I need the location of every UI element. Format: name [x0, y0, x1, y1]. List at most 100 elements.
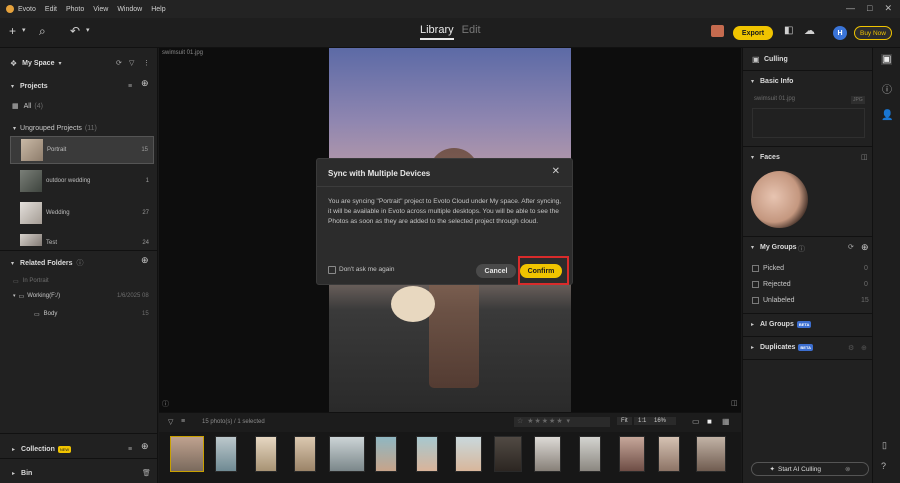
sort-icon[interactable]: ≡	[128, 83, 132, 90]
film-thumb[interactable]	[294, 436, 316, 472]
ratio-button[interactable]: 1:1	[634, 417, 651, 425]
my-space-header[interactable]: ❖ My Space ▾ ⟳ ▽ ⋮	[0, 56, 158, 70]
people-panel-icon[interactable]: 👤	[881, 110, 893, 121]
cancel-button[interactable]: Cancel	[476, 264, 516, 278]
tab-library[interactable]: Library	[420, 24, 454, 40]
menu-photo[interactable]: Photo	[66, 6, 84, 13]
face-thumbnail[interactable]	[751, 171, 808, 228]
film-thumb[interactable]	[534, 436, 561, 472]
project-item-test[interactable]: Test 24	[10, 232, 154, 246]
menu-view[interactable]: View	[93, 6, 108, 13]
basic-info-chevron-icon[interactable]: ▾	[751, 78, 754, 85]
collection-chevron-icon[interactable]: ▸	[12, 446, 15, 453]
duplicates-settings-icon[interactable]: ⚙	[848, 344, 854, 352]
help-icon[interactable]: ?	[881, 461, 886, 471]
add-collection-icon[interactable]: ⊕	[141, 441, 149, 452]
filter-icon[interactable]: ▽	[129, 59, 134, 67]
culling-panel-icon[interactable]: ▣	[881, 54, 893, 65]
related-folders-header[interactable]: ▾ Related Folders ⓘ ⊕	[0, 255, 158, 269]
bin-header[interactable]: ▸ Bin 🗑	[0, 467, 158, 479]
folder-root-item[interactable]: ▭ In Portrait	[0, 276, 158, 286]
export-button[interactable]: Export	[733, 26, 773, 40]
single-view-icon[interactable]: ■	[707, 417, 712, 426]
project-item-portrait[interactable]: Portrait 15	[10, 136, 154, 164]
faces-expand-icon[interactable]: ◫	[861, 153, 868, 161]
rejected-checkbox[interactable]	[752, 281, 759, 288]
ai-groups-chevron-icon[interactable]: ▸	[751, 321, 754, 328]
ungrouped-chevron-icon[interactable]: ▾	[13, 125, 16, 132]
close-icon[interactable]: ✕	[552, 166, 560, 177]
info-icon[interactable]: ⓘ	[798, 244, 805, 254]
add-dropdown-chevron-icon[interactable]: ▾	[22, 26, 26, 34]
book-icon[interactable]: ▯	[882, 440, 887, 451]
folder-working-item[interactable]: ▾ ▭ Working(F:/) 1/6/2025 08	[0, 291, 158, 301]
add-project-icon[interactable]: ⊕	[141, 78, 149, 89]
undo-icon[interactable]: ↶	[70, 24, 80, 38]
film-thumb[interactable]	[494, 436, 522, 472]
film-thumb[interactable]	[696, 436, 726, 472]
film-thumb[interactable]	[416, 436, 438, 472]
menu-app[interactable]: Evoto	[18, 6, 36, 13]
cloud-icon[interactable]: ☁	[804, 24, 815, 37]
undo-dropdown-chevron-icon[interactable]: ▾	[86, 26, 90, 34]
info-icon[interactable]: ⓘ	[162, 399, 169, 409]
zoom-select[interactable]: 16%	[650, 417, 677, 425]
compare-icon[interactable]: ◧	[784, 25, 793, 36]
duplicates-add-icon[interactable]: ⊕	[861, 344, 867, 352]
dont-ask-checkbox[interactable]	[328, 266, 336, 274]
compare-view-icon[interactable]: ▭	[692, 417, 700, 426]
film-thumb[interactable]	[455, 436, 482, 472]
menu-window[interactable]: Window	[117, 6, 142, 13]
all-projects-item[interactable]: ▦ All (4)	[0, 100, 158, 112]
trash-icon[interactable]: 🗑	[142, 469, 151, 477]
more-icon[interactable]: ⋮	[143, 59, 150, 67]
project-item-outdoor-wedding[interactable]: outdoor wedding 1	[10, 168, 154, 196]
collection-sort-icon[interactable]: ≡	[128, 446, 132, 453]
projects-header[interactable]: ▾ Projects ≡ ⊕	[0, 78, 158, 92]
minimize-icon[interactable]: —	[846, 3, 855, 14]
panel-toggle-icon[interactable]: ◫	[731, 399, 738, 407]
related-folders-chevron-icon[interactable]: ▾	[11, 260, 14, 267]
refresh-icon[interactable]: ⟳	[116, 59, 122, 67]
star-rating-filter[interactable]: ☆ ★★★★★ ▾	[514, 417, 610, 427]
folder-body-item[interactable]: ▭ Body 15	[0, 309, 158, 319]
search-icon[interactable]: ⌕	[39, 24, 46, 39]
tab-edit[interactable]: Edit	[462, 24, 481, 40]
ungrouped-header[interactable]: ▾ Ungrouped Projects (11)	[0, 122, 158, 134]
projects-chevron-icon[interactable]: ▾	[11, 83, 14, 90]
confirm-button[interactable]: Confirm	[520, 264, 562, 278]
project-item-wedding[interactable]: Wedding 27	[10, 200, 154, 228]
fit-button[interactable]: Fit	[617, 417, 632, 425]
avatar[interactable]: H	[833, 26, 847, 40]
film-thumb[interactable]	[255, 436, 277, 472]
start-ai-culling-button[interactable]: ✦ Start AI Culling ⊗	[751, 462, 869, 476]
film-thumb[interactable]	[579, 436, 601, 472]
folder-working-chevron-icon[interactable]: ▾	[13, 293, 16, 299]
film-thumb[interactable]	[375, 436, 397, 472]
film-thumb[interactable]	[170, 436, 204, 472]
faces-chevron-icon[interactable]: ▾	[751, 154, 754, 161]
info-panel-icon[interactable]: ⓘ	[882, 81, 892, 96]
add-icon[interactable]: +	[9, 24, 16, 38]
space-chevron-icon[interactable]: ▾	[58, 60, 61, 67]
grid-view-icon[interactable]: ▦	[722, 417, 730, 426]
add-folder-icon[interactable]: ⊕	[141, 255, 149, 266]
maximize-icon[interactable]: □	[867, 3, 872, 14]
picked-checkbox[interactable]	[752, 265, 759, 272]
ai-settings-icon[interactable]: ⊗	[845, 465, 850, 473]
unlabeled-checkbox[interactable]	[752, 297, 759, 304]
my-groups-chevron-icon[interactable]: ▾	[751, 244, 754, 251]
collection-header[interactable]: ▸ Collection NEW ≡ ⊕	[0, 441, 158, 455]
sort-icon[interactable]: ≡	[181, 418, 185, 425]
filter-icon[interactable]: ▽	[168, 418, 173, 426]
film-thumb[interactable]	[215, 436, 237, 472]
film-thumb[interactable]	[658, 436, 680, 472]
info-icon[interactable]: ⓘ	[77, 258, 84, 268]
add-group-icon[interactable]: ⊕	[861, 242, 869, 253]
buy-now-button[interactable]: Buy Now	[854, 26, 892, 40]
close-window-icon[interactable]: ✕	[884, 3, 892, 14]
duplicates-chevron-icon[interactable]: ▸	[751, 344, 754, 351]
menu-help[interactable]: Help	[151, 6, 165, 13]
film-thumb[interactable]	[329, 436, 365, 472]
bin-chevron-icon[interactable]: ▸	[12, 470, 15, 477]
